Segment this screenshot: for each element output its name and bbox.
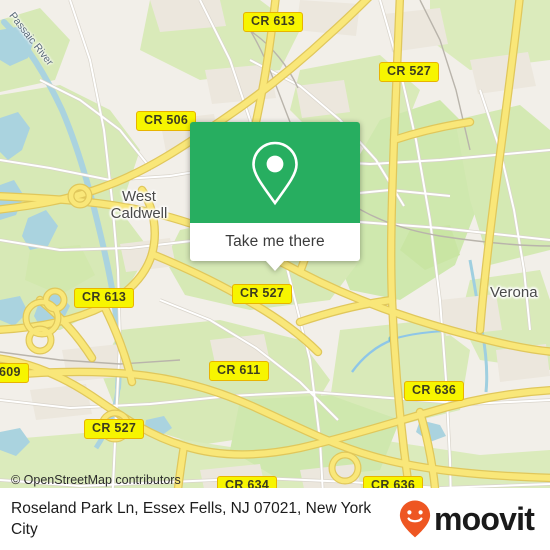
- popup-image-placeholder: [190, 122, 360, 223]
- take-me-there-button[interactable]: Take me there: [225, 233, 325, 251]
- road-shield: CR 613: [74, 288, 135, 308]
- footer-bar: Roseland Park Ln, Essex Fells, NJ 07021,…: [0, 488, 550, 550]
- road-shield: CR 506: [136, 111, 197, 131]
- moovit-wordmark: moovit: [434, 501, 535, 537]
- road-shield: CR 613: [243, 12, 304, 32]
- map-screenshot: CR 613 CR 527 CR 506 CR 613 CR 527 609 CR 611 C…: [0, 0, 550, 550]
- popup-pointer-tail: [265, 260, 285, 271]
- road-shield: CR 527: [232, 284, 293, 304]
- location-popup-card[interactable]: Take me there: [190, 122, 360, 271]
- road-shield: 609: [0, 363, 29, 383]
- place-label: West Caldwell: [110, 188, 168, 222]
- map-attribution[interactable]: © OpenStreetMap contributors: [11, 473, 181, 487]
- moovit-logo[interactable]: moovit: [399, 500, 544, 538]
- road-shield: CR 636: [404, 381, 465, 401]
- road-shield: CR 527: [84, 419, 145, 439]
- moovit-pin-smile-icon: [399, 500, 431, 538]
- map-canvas[interactable]: [0, 0, 550, 550]
- map-pin-icon: [252, 141, 298, 205]
- place-label: Verona: [490, 284, 538, 301]
- popup-action-bar[interactable]: Take me there: [190, 223, 360, 271]
- road-shield: CR 527: [379, 62, 440, 82]
- map-tile-layer: [0, 0, 550, 550]
- address-text: Roseland Park Ln, Essex Fells, NJ 07021,…: [11, 500, 372, 538]
- road-shield: CR 611: [209, 361, 269, 381]
